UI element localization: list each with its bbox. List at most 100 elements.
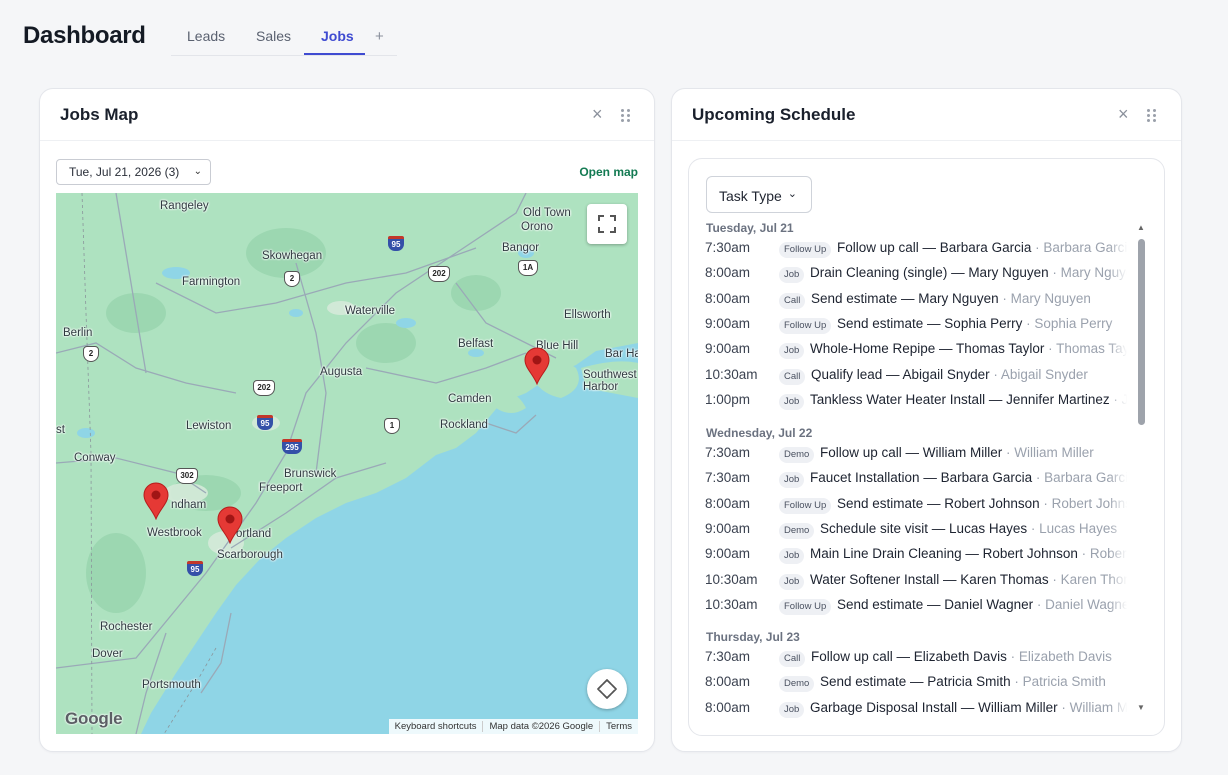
jobs-map-card: Jobs Map × Tue, Jul 21, 2026 (3) ⌄ Open … [39, 88, 655, 752]
map-label: Berlin [63, 327, 93, 339]
close-icon[interactable]: × [1118, 105, 1129, 123]
schedule-item-time: 1:00pm [705, 391, 751, 407]
tab-sales[interactable]: Sales [256, 28, 291, 44]
map-label: Scarborough [217, 549, 283, 561]
schedule-item-person: Lucas Hayes [1039, 520, 1118, 536]
drag-handle-icon[interactable] [1147, 109, 1159, 123]
terms-link[interactable]: Terms [599, 721, 638, 732]
schedule-item[interactable]: 7:30am Demo Follow up call — William Mille… [705, 443, 1135, 465]
map-attribution: Keyboard shortcuts Map data ©2026 Google… [388, 719, 638, 734]
schedule-item[interactable]: 10:30am Call Qualify lead — Abigail Snyder… [705, 364, 1135, 387]
tab-jobs[interactable]: Jobs [321, 28, 354, 44]
schedule-panel: Task Type ⌄ Tuesday, Jul 21 7:30am Follow … [688, 158, 1165, 736]
keyboard-shortcuts-link[interactable]: Keyboard shortcuts [389, 721, 483, 732]
fullscreen-button[interactable] [587, 204, 627, 244]
map-label: ndham [171, 499, 207, 511]
map-camera-control-button[interactable] [587, 669, 627, 709]
task-type-badge: Demo [779, 522, 815, 539]
task-type-badge: Call [779, 368, 806, 385]
add-tab-button[interactable]: + [375, 28, 384, 45]
scrollbar[interactable]: ▲ ▼ [1135, 223, 1147, 715]
schedule-item[interactable]: 10:30am Follow Up Send estimate — Daniel W… [705, 594, 1135, 617]
drag-handle-icon[interactable] [621, 109, 633, 123]
schedule-item-description: Drain Cleaning (single) — Mary Nguyen · … [810, 265, 1135, 280]
upcoming-schedule-card: Upcoming Schedule × Task Type ⌄ Tuesday,… [671, 88, 1182, 752]
schedule-item-time: 8:00am [705, 290, 751, 306]
schedule-item-task: Drain Cleaning (single) — Mary Nguyen [810, 265, 1049, 281]
page-title: Dashboard [23, 22, 146, 49]
schedule-item-time: 10:30am [705, 366, 758, 382]
scroll-down-arrow-icon[interactable]: ▼ [1137, 703, 1145, 712]
task-type-badge: Demo [779, 676, 815, 693]
schedule-item[interactable]: 8:00am Job Drain Cleaning (single) — Mary … [705, 263, 1135, 286]
task-type-badge: Follow Up [779, 598, 832, 615]
map-label: Farmington [182, 276, 241, 288]
schedule-item-description: Schedule site visit — Lucas Hayes · Luca… [820, 520, 1118, 536]
route-shield: 95 [257, 415, 273, 430]
job-location-pin[interactable] [143, 482, 169, 520]
map-label: Waterville [345, 305, 396, 317]
schedule-item[interactable]: 9:00am Follow Up Send estimate — Sophia Pe… [705, 313, 1135, 336]
schedule-item-description: Send estimate — Sophia Perry · Sophia Pe… [837, 315, 1113, 331]
schedule-item-task: Send estimate — Robert Johnson [837, 495, 1040, 511]
schedule-item-task: Faucet Installation — Barbara Garcia [810, 470, 1033, 486]
map-view[interactable]: Rangeley Old Town Orono Bangor Skowhegan… [56, 193, 638, 734]
map-label: Dover [92, 648, 123, 660]
date-select[interactable]: Tue, Jul 21, 2026 (3) ⌄ [56, 159, 211, 185]
close-icon[interactable]: × [592, 105, 603, 123]
date-select-value: Tue, Jul 21, 2026 (3) [69, 165, 180, 179]
task-type-badge: Job [779, 267, 805, 284]
task-type-badge: Job [779, 573, 805, 590]
map-label: Conway [74, 452, 116, 464]
route-shield: 2 [284, 271, 300, 287]
schedule-item[interactable]: 10:30am Job Water Softener Install — Karen… [705, 569, 1135, 592]
schedule-item-time: 8:00am [705, 495, 751, 511]
map-label: Augusta [320, 366, 363, 378]
schedule-item[interactable]: 1:00pm Job Tankless Water Heater Install —… [705, 389, 1135, 412]
schedule-item[interactable]: 9:00am Job Main Line Drain Cleaning — Robe… [705, 544, 1135, 567]
scroll-up-arrow-icon[interactable]: ▲ [1137, 223, 1145, 232]
job-location-pin[interactable] [217, 506, 243, 544]
card-divider [40, 140, 654, 141]
scrollbar-thumb[interactable] [1138, 239, 1145, 425]
schedule-item-person: Elizabeth Davis [1018, 649, 1112, 664]
schedule-item-person: William Miller [1014, 445, 1094, 460]
open-map-link[interactable]: Open map [579, 165, 638, 179]
tab-leads[interactable]: Leads [187, 28, 225, 44]
schedule-item[interactable]: 7:30am Job Faucet Installation — Barbara G… [705, 468, 1135, 491]
schedule-item-person: Mary Nguyen [1010, 290, 1091, 306]
schedule-item[interactable]: 7:30am Call Follow up call — Elizabeth Dav… [705, 647, 1135, 669]
schedule-item[interactable]: 8:00am Follow Up Send estimate — Robert Jo… [705, 493, 1135, 516]
schedule-item-time: 9:00am [705, 341, 751, 357]
schedule-item-task: Tankless Water Heater Install — Jennifer… [810, 391, 1110, 407]
schedule-item[interactable]: 8:00am Call Send estimate — Mary Nguyen · … [705, 288, 1135, 311]
map-label: Orono [521, 221, 553, 233]
map-label: Lewiston [186, 420, 232, 432]
schedule-item-time: 10:30am [705, 596, 758, 612]
route-shield: 295 [282, 439, 302, 454]
schedule-item[interactable]: 9:00am Demo Schedule site visit — Lucas Ha… [705, 518, 1135, 541]
schedule-item[interactable]: 8:00am Demo Send estimate — Patricia Smith… [705, 672, 1135, 695]
map-label: Ellsworth [564, 309, 611, 321]
task-type-filter-button[interactable]: Task Type ⌄ [706, 176, 812, 213]
task-type-badge: Follow Up [779, 242, 832, 258]
schedule-day-header: Wednesday, Jul 22 [706, 426, 813, 440]
job-location-pin[interactable] [524, 347, 550, 385]
schedule-item-task: Send estimate — Sophia Perry [837, 315, 1023, 331]
task-type-badge: Job [779, 548, 805, 565]
schedule-list[interactable]: Tuesday, Jul 21 7:30am Follow Up Follow up … [705, 221, 1135, 735]
map-label: Belfast [458, 338, 494, 350]
map-label: Portsmouth [142, 679, 201, 691]
schedule-item-task: Follow up call — William Miller [820, 445, 1003, 460]
map-label: Rockland [440, 419, 488, 431]
schedule-item-task: Send estimate — Mary Nguyen [811, 290, 999, 306]
map-label: Bangor [502, 242, 540, 254]
schedule-item[interactable]: 7:30am Follow Up Follow up call — Barbara … [705, 238, 1135, 260]
map-label: Old Town [523, 207, 571, 219]
task-type-filter-label: Task Type [719, 188, 782, 204]
task-type-badge: Call [779, 292, 806, 309]
schedule-item-description: Main Line Drain Cleaning — Robert Johnso… [810, 546, 1135, 561]
schedule-item[interactable]: 8:00am Job Garbage Disposal Install — Will… [705, 697, 1135, 720]
map-data-text: Map data ©2026 Google [482, 721, 599, 732]
schedule-item[interactable]: 9:00am Job Whole-Home Repipe — Thomas Tayl… [705, 339, 1135, 362]
